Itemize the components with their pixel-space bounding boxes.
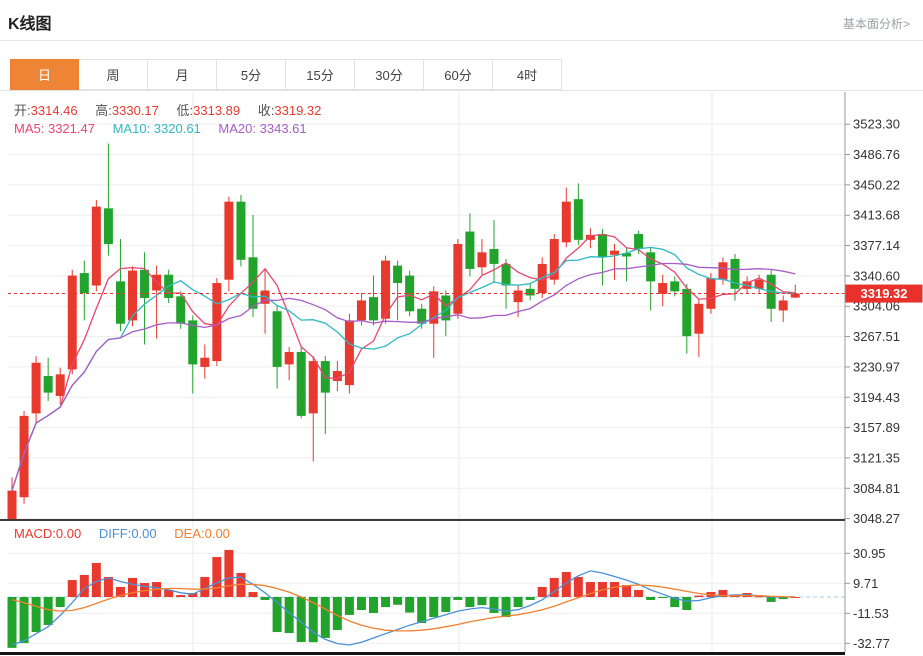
kline-chart[interactable]: 3523.30 3486.76 3450.22 3413.68 3377.14 3340.…	[0, 0, 923, 656]
svg-text:3450.22: 3450.22	[853, 177, 900, 192]
dea-label: DEA:	[174, 526, 204, 541]
gridlines	[8, 92, 850, 652]
close-value: 3319.32	[274, 103, 321, 118]
svg-text:3230.97: 3230.97	[853, 359, 900, 374]
diff-value: 0.00	[131, 526, 156, 541]
ma10-value: 3320.61	[154, 121, 201, 136]
svg-text:3523.30: 3523.30	[853, 117, 900, 132]
high-label: 高:	[95, 103, 112, 118]
svg-text:3121.35: 3121.35	[853, 450, 900, 465]
ma5-value: 3321.47	[48, 121, 95, 136]
low-value: 3313.89	[193, 103, 240, 118]
open-value: 3314.46	[31, 103, 78, 118]
low-label: 低:	[177, 103, 194, 118]
ma20-value: 3343.61	[260, 121, 307, 136]
open-label: 开:	[14, 103, 31, 118]
svg-text:-32.77: -32.77	[853, 636, 890, 651]
high-value: 3330.17	[112, 103, 159, 118]
axis-labels: 3523.30 3486.76 3450.22 3413.68 3377.14 3340.…	[853, 117, 900, 651]
dea-value: 0.00	[205, 526, 230, 541]
kline-widget: K线图 基本面分析> 日 周 月 5分 15分 30分 60分 4时 3523.…	[0, 0, 923, 656]
macd-label: MACD:	[14, 526, 56, 541]
svg-text:3319.32: 3319.32	[861, 286, 908, 301]
ma5-label: MA5:	[14, 121, 44, 136]
svg-text:3157.89: 3157.89	[853, 420, 900, 435]
ma-legend: MA5: 3321.47 MA10: 3320.61 MA20: 3343.61	[14, 121, 307, 136]
svg-text:3267.51: 3267.51	[853, 329, 900, 344]
svg-text:3377.14: 3377.14	[853, 238, 900, 253]
diff-label: DIFF:	[99, 526, 132, 541]
macd-histogram	[8, 550, 800, 648]
svg-text:9.71: 9.71	[853, 576, 878, 591]
macd-value: 0.00	[56, 526, 81, 541]
ma10-label: MA10:	[113, 121, 151, 136]
ohlc-legend: 开:3314.46 高:3330.17 低:3313.89 收:3319.32	[14, 100, 321, 119]
ma20-label: MA20:	[218, 121, 256, 136]
svg-text:3084.81: 3084.81	[853, 481, 900, 496]
close-label: 收:	[258, 103, 275, 118]
chart-borders	[0, 92, 845, 654]
svg-text:3486.76: 3486.76	[853, 147, 900, 162]
svg-text:3048.27: 3048.27	[853, 511, 900, 526]
svg-text:-11.53: -11.53	[853, 606, 889, 621]
svg-text:3413.68: 3413.68	[853, 208, 900, 223]
macd-legend: MACD:0.00 DIFF:0.00 DEA:0.00	[14, 526, 230, 541]
svg-text:3194.43: 3194.43	[853, 390, 900, 405]
svg-text:30.95: 30.95	[853, 546, 886, 561]
svg-text:3340.60: 3340.60	[853, 268, 900, 283]
